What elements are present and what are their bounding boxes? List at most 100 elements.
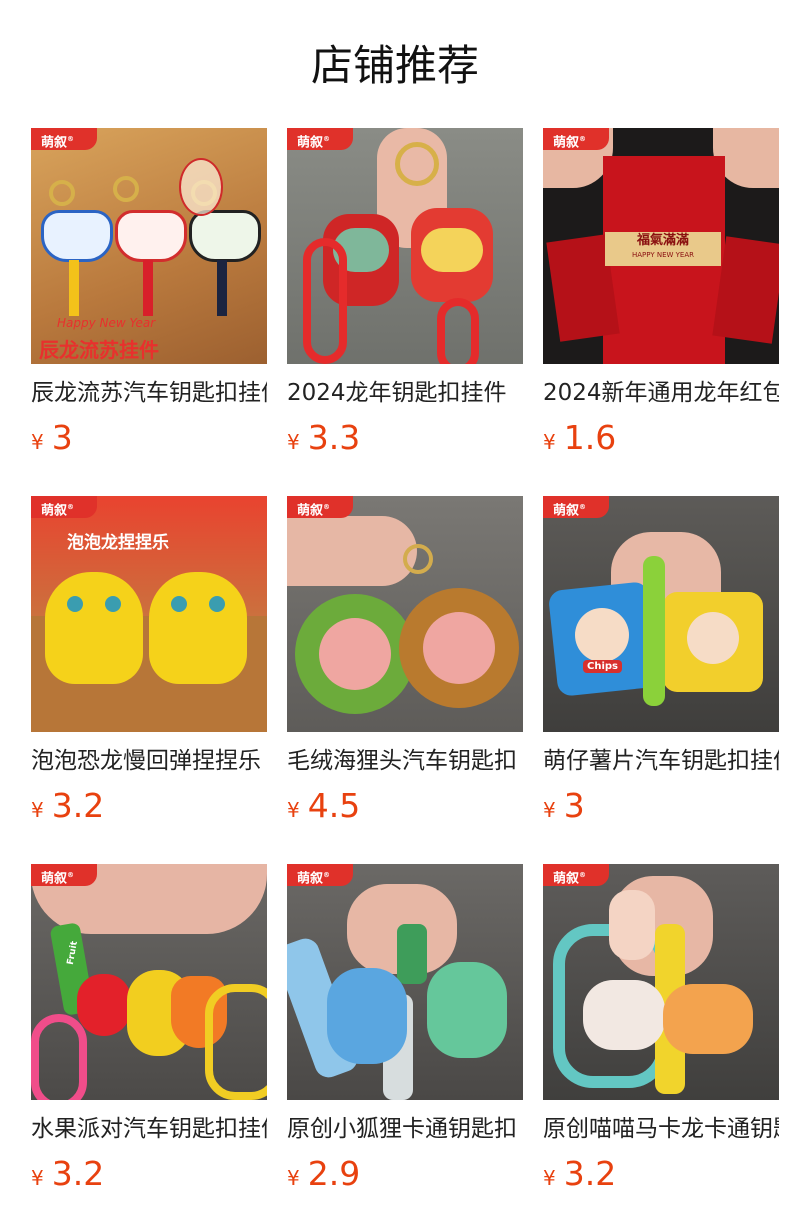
hand-shape [287, 516, 417, 586]
keyring-icon [395, 142, 439, 186]
price-value: 3.2 [51, 1154, 105, 1193]
tassel-navy [217, 260, 227, 316]
product-image[interactable]: Fruit 萌叙® [31, 864, 267, 1100]
eye [105, 596, 121, 612]
price-value: 3 [563, 786, 585, 825]
dino-toy-right [149, 572, 247, 684]
price-value: 2.9 [307, 1154, 361, 1193]
product-name[interactable]: 2024龙年钥匙扣挂件 [287, 378, 523, 408]
lion-head-blue [41, 210, 113, 262]
character-face [575, 608, 629, 662]
product-image[interactable]: 萌叙® [287, 496, 523, 732]
brand-tag: 萌叙® [287, 496, 353, 518]
brand-tag: 萌叙® [31, 496, 97, 518]
product-name[interactable]: 原创喵喵马卡龙卡通钥匙扣 [543, 1114, 779, 1144]
price-value: 1.6 [563, 418, 617, 457]
currency-symbol: ¥ [31, 798, 44, 822]
fruit-strap-yellow [205, 984, 267, 1100]
strap-green [397, 924, 427, 984]
eye [67, 596, 83, 612]
currency-symbol: ¥ [287, 1166, 300, 1190]
product-card[interactable]: 泡泡龙捏捏乐 萌叙® 泡泡恐龙慢回弹捏捏乐 ¥3.2 [31, 496, 267, 825]
product-image[interactable]: 萌叙® [287, 128, 523, 364]
keyring-icon [49, 180, 75, 206]
product-price: ¥3 [543, 786, 585, 825]
product-image[interactable]: 萌叙® [287, 864, 523, 1100]
brand-tag: 萌叙® [31, 128, 97, 150]
keyring-icon [113, 176, 139, 202]
product-price: ¥2.9 [287, 1154, 360, 1193]
image-caption: 辰龙流苏挂件 [39, 338, 159, 362]
product-name[interactable]: 毛绒海狸头汽车钥匙扣 [287, 746, 523, 776]
bead-strap [437, 298, 479, 364]
product-card[interactable]: Chips 萌叙® 萌仔薯片汽车钥匙扣挂件 ¥3 [543, 496, 779, 825]
fox-figure-green [427, 962, 507, 1058]
strawberry-charm [77, 974, 131, 1036]
banner-subtext: HAPPY NEW YEAR [632, 251, 694, 259]
banner-text: 福氣滿滿 [636, 233, 689, 248]
product-card[interactable]: 萌叙® 原创喵喵马卡龙卡通钥匙扣 ¥3.2 [543, 864, 779, 1193]
fruit-strap-pink [31, 1014, 87, 1100]
product-card[interactable]: 萌叙® 毛绒海狸头汽车钥匙扣 ¥4.5 [287, 496, 523, 825]
currency-symbol: ¥ [543, 430, 556, 454]
product-card[interactable]: Happy New Year 辰龙流苏挂件 萌叙® 辰龙流苏汽车钥匙扣挂件 ¥3 [31, 128, 267, 457]
product-card[interactable]: 萌叙® 原创小狐狸卡通钥匙扣 ¥2.9 [287, 864, 523, 1193]
lion-head-black [189, 210, 261, 262]
brand-tag: 萌叙® [31, 864, 97, 886]
plush-face [423, 612, 495, 684]
envelope-banner: 福氣滿滿 HAPPY NEW YEAR [605, 232, 721, 266]
brand-tag: 萌叙® [543, 864, 609, 886]
tassel-yellow [69, 260, 79, 316]
eye [209, 596, 225, 612]
image-subtitle: Happy New Year [57, 316, 156, 330]
fox-figure-blue [327, 968, 407, 1064]
brand-tag: 萌叙® [543, 496, 609, 518]
dino-toy-left [45, 572, 143, 684]
product-image[interactable]: Happy New Year 辰龙流苏挂件 萌叙® [31, 128, 267, 364]
product-card[interactable]: 福氣滿滿 HAPPY NEW YEAR 萌叙® 2024新年通用龙年红包 ¥1.… [543, 128, 779, 457]
product-price: ¥3 [31, 418, 73, 457]
product-price: ¥3.2 [543, 1154, 616, 1193]
brand-tag: 萌叙® [287, 864, 353, 886]
currency-symbol: ¥ [543, 798, 556, 822]
cat-charm-orange [663, 984, 753, 1054]
character-face [687, 612, 739, 664]
stamp-badge [179, 158, 223, 216]
recommend-page: 店铺推荐 Happy New Year 辰龙流苏挂件 萌叙® 辰龙流苏汽车钥匙扣… [0, 0, 790, 1232]
product-image[interactable]: Chips 萌叙® [543, 496, 779, 732]
product-name[interactable]: 水果派对汽车钥匙扣挂件 [31, 1114, 267, 1144]
price-value: 3.2 [51, 786, 105, 825]
image-caption: 泡泡龙捏捏乐 [67, 533, 169, 553]
lion-head-red [115, 210, 187, 262]
product-name[interactable]: 2024新年通用龙年红包 [543, 378, 779, 408]
page-title: 店铺推荐 [310, 41, 479, 90]
product-price: ¥1.6 [543, 418, 616, 457]
price-value: 4.5 [307, 786, 361, 825]
brand-tag: 萌叙® [543, 128, 609, 150]
strap-green [643, 556, 665, 706]
product-card[interactable]: Fruit 萌叙® 水果派对汽车钥匙扣挂件 ¥3.2 [31, 864, 267, 1193]
product-name[interactable]: 泡泡恐龙慢回弹捏捏乐 [31, 746, 267, 776]
currency-symbol: ¥ [31, 1166, 44, 1190]
price-value: 3.2 [563, 1154, 617, 1193]
product-name[interactable]: 辰龙流苏汽车钥匙扣挂件 [31, 378, 267, 408]
product-image[interactable]: 泡泡龙捏捏乐 萌叙® [31, 496, 267, 732]
currency-symbol: ¥ [543, 1166, 556, 1190]
price-value: 3.3 [307, 418, 361, 457]
lion-face [421, 228, 483, 272]
chips-label: Chips [583, 660, 622, 673]
currency-symbol: ¥ [31, 430, 44, 454]
product-image[interactable]: 福氣滿滿 HAPPY NEW YEAR 萌叙® [543, 128, 779, 364]
tassel-red [143, 260, 153, 316]
product-price: ¥3.2 [31, 786, 104, 825]
product-name[interactable]: 萌仔薯片汽车钥匙扣挂件 [543, 746, 779, 776]
product-card[interactable]: 萌叙® 2024龙年钥匙扣挂件 ¥3.3 [287, 128, 523, 457]
product-image[interactable]: 萌叙® [543, 864, 779, 1100]
price-value: 3 [51, 418, 73, 457]
paw-charm [609, 890, 655, 960]
brand-tag: 萌叙® [287, 128, 353, 150]
currency-symbol: ¥ [287, 430, 300, 454]
cat-charm-white [583, 980, 665, 1050]
product-price: ¥4.5 [287, 786, 360, 825]
product-name[interactable]: 原创小狐狸卡通钥匙扣 [287, 1114, 523, 1144]
